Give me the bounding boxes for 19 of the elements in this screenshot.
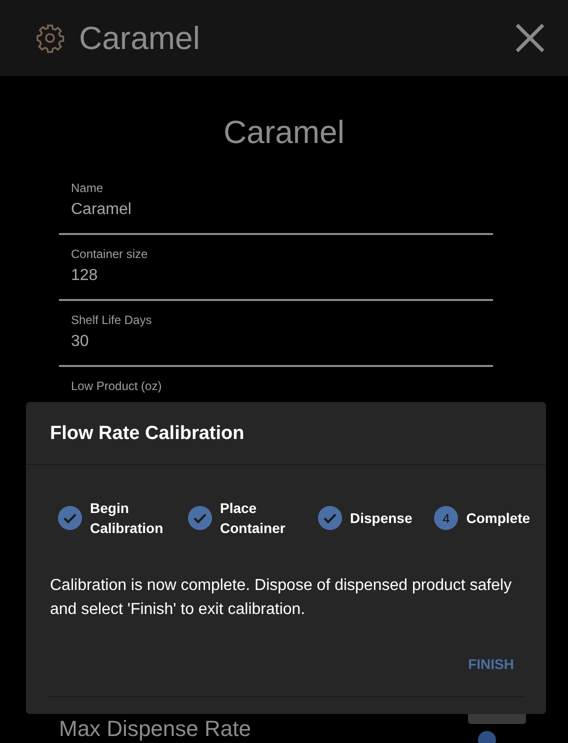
- window-title: Caramel: [79, 20, 201, 56]
- field-label: Shelf Life Days: [71, 313, 153, 327]
- step-label: Place Container: [220, 499, 286, 538]
- close-button[interactable]: [514, 22, 546, 54]
- step-number: 4: [434, 506, 458, 530]
- settings-icon: [35, 23, 65, 53]
- slider-label: Max Dispense Rate: [59, 717, 251, 740]
- step-label: Complete: [466, 509, 530, 528]
- dialog-title: Flow Rate Calibration: [26, 402, 546, 465]
- input-field[interactable]: Caramel: [71, 201, 481, 219]
- page-title: Caramel: [222, 114, 346, 151]
- field-label: Container size: [71, 247, 149, 261]
- step-label: Dispense: [350, 509, 412, 528]
- field-label: Name: [71, 181, 104, 195]
- input-field[interactable]: 128: [71, 267, 481, 285]
- dialog-message: Calibration is now complete. Dispose of dispensed product safely and select 'Finish' to exit calibration.: [49, 576, 513, 620]
- field-label: Low Product (oz): [71, 379, 163, 393]
- input-field[interactable]: 30: [71, 333, 481, 351]
- step-label: Begin Calibration: [90, 499, 164, 538]
